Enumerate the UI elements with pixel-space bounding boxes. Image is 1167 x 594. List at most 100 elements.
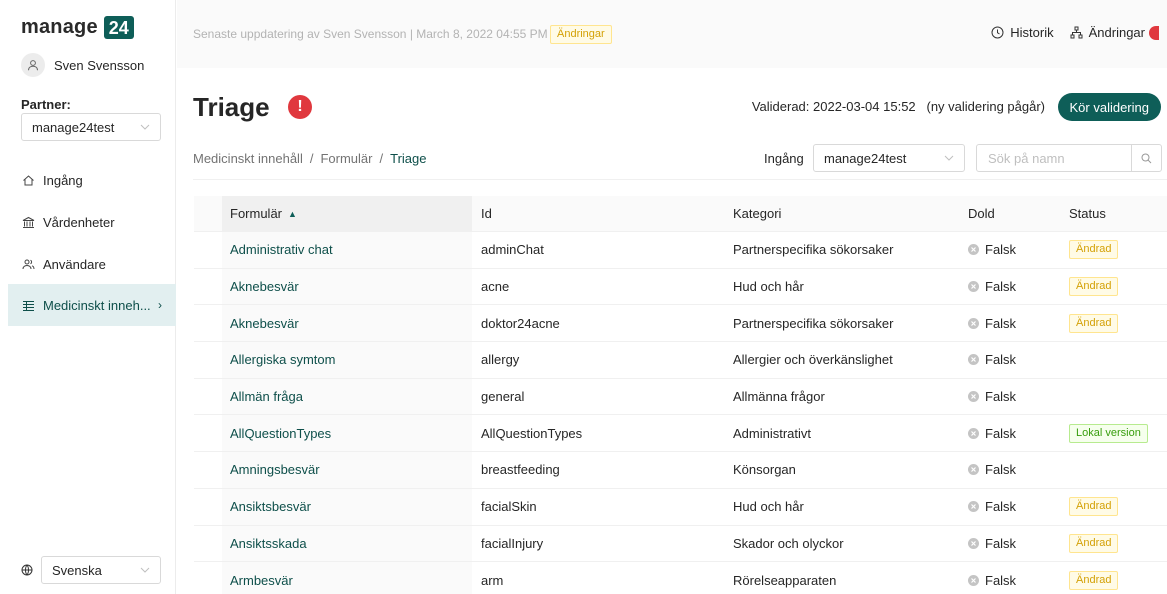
nav-item-label: Medicinskt inneh... xyxy=(43,297,151,313)
table-row[interactable]: Aknebesvär acne Hud och hår Falsk Ändrad xyxy=(194,268,1167,306)
forms-table: Formulär ▲ Id Kategori Dold Status Admin… xyxy=(194,196,1167,594)
partner-select[interactable]: manage24test xyxy=(21,113,161,141)
search-input[interactable] xyxy=(977,145,1131,171)
hidden-value: Falsk xyxy=(985,572,1017,588)
nav-item-ingang[interactable]: Ingång xyxy=(8,159,176,201)
table-row[interactable]: Allmän fråga general Allmänna frågor Falsk xyxy=(194,378,1167,416)
search-icon xyxy=(1141,153,1152,163)
table-row[interactable]: Ansiktsbesvär facialSkin Hud och hår Falsk Ä… xyxy=(194,488,1167,526)
status-cell: Ändrad xyxy=(1069,232,1119,268)
form-category: Allergier och överkänslighet xyxy=(733,352,893,368)
hierarchy-icon xyxy=(1070,26,1083,39)
form-name-link[interactable]: Ansiktsskada xyxy=(222,525,472,562)
history-button[interactable]: Historik xyxy=(991,25,1054,40)
close-circle-icon xyxy=(968,574,979,586)
status-badge: Ändrad xyxy=(1069,313,1119,333)
run-validation-button[interactable]: Kör validering xyxy=(1057,93,1161,121)
partner-select-value: manage24test xyxy=(32,119,115,135)
last-update-text: Senaste uppdatering av Sven Svensson | M… xyxy=(193,27,548,41)
sidebar: manage 24 Sven Svensson Partner: manage2… xyxy=(0,0,176,594)
form-id: breastfeeding xyxy=(481,462,560,478)
entry-select[interactable]: manage24test xyxy=(813,144,965,172)
form-name-link[interactable]: Allergiska symtom xyxy=(222,342,472,378)
validation-status: Validerad: 2022-03-04 15:52 (ny valideri… xyxy=(751,99,1045,114)
hidden-cell: Falsk xyxy=(968,526,1016,562)
status-badge: Ändrad xyxy=(1069,533,1119,553)
form-name-link[interactable]: Armbesvär xyxy=(222,562,472,594)
form-id: doktor24acne xyxy=(481,315,560,331)
breadcrumb-separator: / xyxy=(379,151,384,166)
form-name-link[interactable]: Aknebesvär xyxy=(222,305,472,342)
hidden-value: Falsk xyxy=(985,499,1017,515)
chevron-down-icon xyxy=(140,567,150,573)
breadcrumb-separator: / xyxy=(309,151,314,166)
form-id: general xyxy=(481,389,525,405)
table-row[interactable]: Allergiska symtom allergy Allergier och öv… xyxy=(194,342,1167,379)
close-circle-icon xyxy=(968,464,979,476)
language-select-value: Svenska xyxy=(52,562,102,578)
breadcrumb-current: Triage xyxy=(390,151,427,166)
nav-item-anvandare[interactable]: Användare xyxy=(8,243,176,285)
clock-icon xyxy=(991,26,1004,39)
status-badge: Lokal version xyxy=(1069,423,1148,443)
column-header-id: Id xyxy=(481,206,492,221)
status-cell: Ändrad xyxy=(1069,489,1119,525)
chevron-down-icon xyxy=(944,155,954,161)
close-circle-icon xyxy=(968,244,979,256)
alert-icon[interactable]: ! xyxy=(288,95,312,119)
table-row[interactable]: Ansiktsskada facialInjury Skador och olyck… xyxy=(194,525,1167,563)
search-button[interactable] xyxy=(1131,145,1161,171)
hidden-cell: Falsk xyxy=(968,415,1016,451)
table-row[interactable]: Aknebesvär doktor24acne Partnerspecifika s… xyxy=(194,305,1167,343)
status-cell: Ändrad xyxy=(1069,526,1119,562)
status-cell: Ändrad xyxy=(1069,305,1119,341)
form-id: acne xyxy=(481,279,510,295)
breadcrumb-item[interactable]: Formulär xyxy=(320,151,372,166)
table-row[interactable]: Armbesvär arm Rörelseapparaten Falsk Ändrad xyxy=(194,562,1167,594)
table-row[interactable]: Amningsbesvär breastfeeding Könsorgan Falsk xyxy=(194,452,1167,489)
form-name-link[interactable]: Aknebesvär xyxy=(222,268,472,305)
close-circle-icon xyxy=(968,354,979,366)
notification-dot xyxy=(1149,25,1159,40)
logo[interactable]: manage 24 xyxy=(21,16,134,39)
language-select[interactable]: Svenska xyxy=(41,556,161,584)
changes-badge[interactable]: Ändringar xyxy=(550,25,612,44)
nav-item-medicinskt-innehall[interactable]: Medicinskt inneh... › xyxy=(8,284,176,326)
form-category: Hud och hår xyxy=(733,499,804,515)
hidden-cell: Falsk xyxy=(968,562,1016,594)
status-badge: Ändrad xyxy=(1069,497,1119,517)
breadcrumb-item[interactable]: Medicinskt innehåll xyxy=(193,151,303,166)
user-profile[interactable]: Sven Svensson xyxy=(21,53,144,77)
close-circle-icon xyxy=(968,391,979,403)
status-cell: Ändrad xyxy=(1069,562,1119,594)
table-row[interactable]: AllQuestionTypes AllQuestionTypes Administ… xyxy=(194,415,1167,453)
hidden-value: Falsk xyxy=(985,462,1017,478)
column-header-category: Kategori xyxy=(733,206,782,221)
entry-select-value: manage24test xyxy=(824,150,907,166)
table-row[interactable]: Administrativ chat adminChat Partnerspecif… xyxy=(194,232,1167,269)
close-circle-icon xyxy=(968,427,979,439)
form-id: facialInjury xyxy=(481,535,544,551)
close-circle-icon xyxy=(968,317,979,329)
form-name-link[interactable]: Ansiktsbesvär xyxy=(222,488,472,525)
changes-button[interactable]: Ändringar xyxy=(1070,25,1159,40)
nav-item-label: Ingång xyxy=(43,172,83,188)
user-icon xyxy=(21,53,45,77)
topbar: Senaste uppdatering av Sven Svensson | M… xyxy=(177,0,1167,68)
form-name-link[interactable]: Amningsbesvär xyxy=(222,452,472,488)
column-header-form[interactable]: Formulär ▲ xyxy=(222,196,472,231)
status-badge: Ändrad xyxy=(1069,570,1119,590)
hidden-cell: Falsk xyxy=(968,305,1016,341)
sort-ascending-icon[interactable]: ▲ xyxy=(288,209,297,219)
form-category: Hud och hår xyxy=(733,279,804,295)
nav-item-vardenheter[interactable]: Vårdenheter xyxy=(8,201,176,243)
user-name: Sven Svensson xyxy=(54,57,145,73)
hidden-cell: Falsk xyxy=(968,379,1016,415)
form-name-link[interactable]: AllQuestionTypes xyxy=(222,415,472,452)
changes-label: Ändringar xyxy=(1088,25,1145,40)
form-name-link[interactable]: Administrativ chat xyxy=(222,232,472,268)
form-name-link[interactable]: Allmän fråga xyxy=(222,378,472,415)
form-category: Könsorgan xyxy=(733,462,796,478)
logo-badge: 24 xyxy=(103,16,134,39)
column-header-status: Status xyxy=(1069,206,1106,221)
